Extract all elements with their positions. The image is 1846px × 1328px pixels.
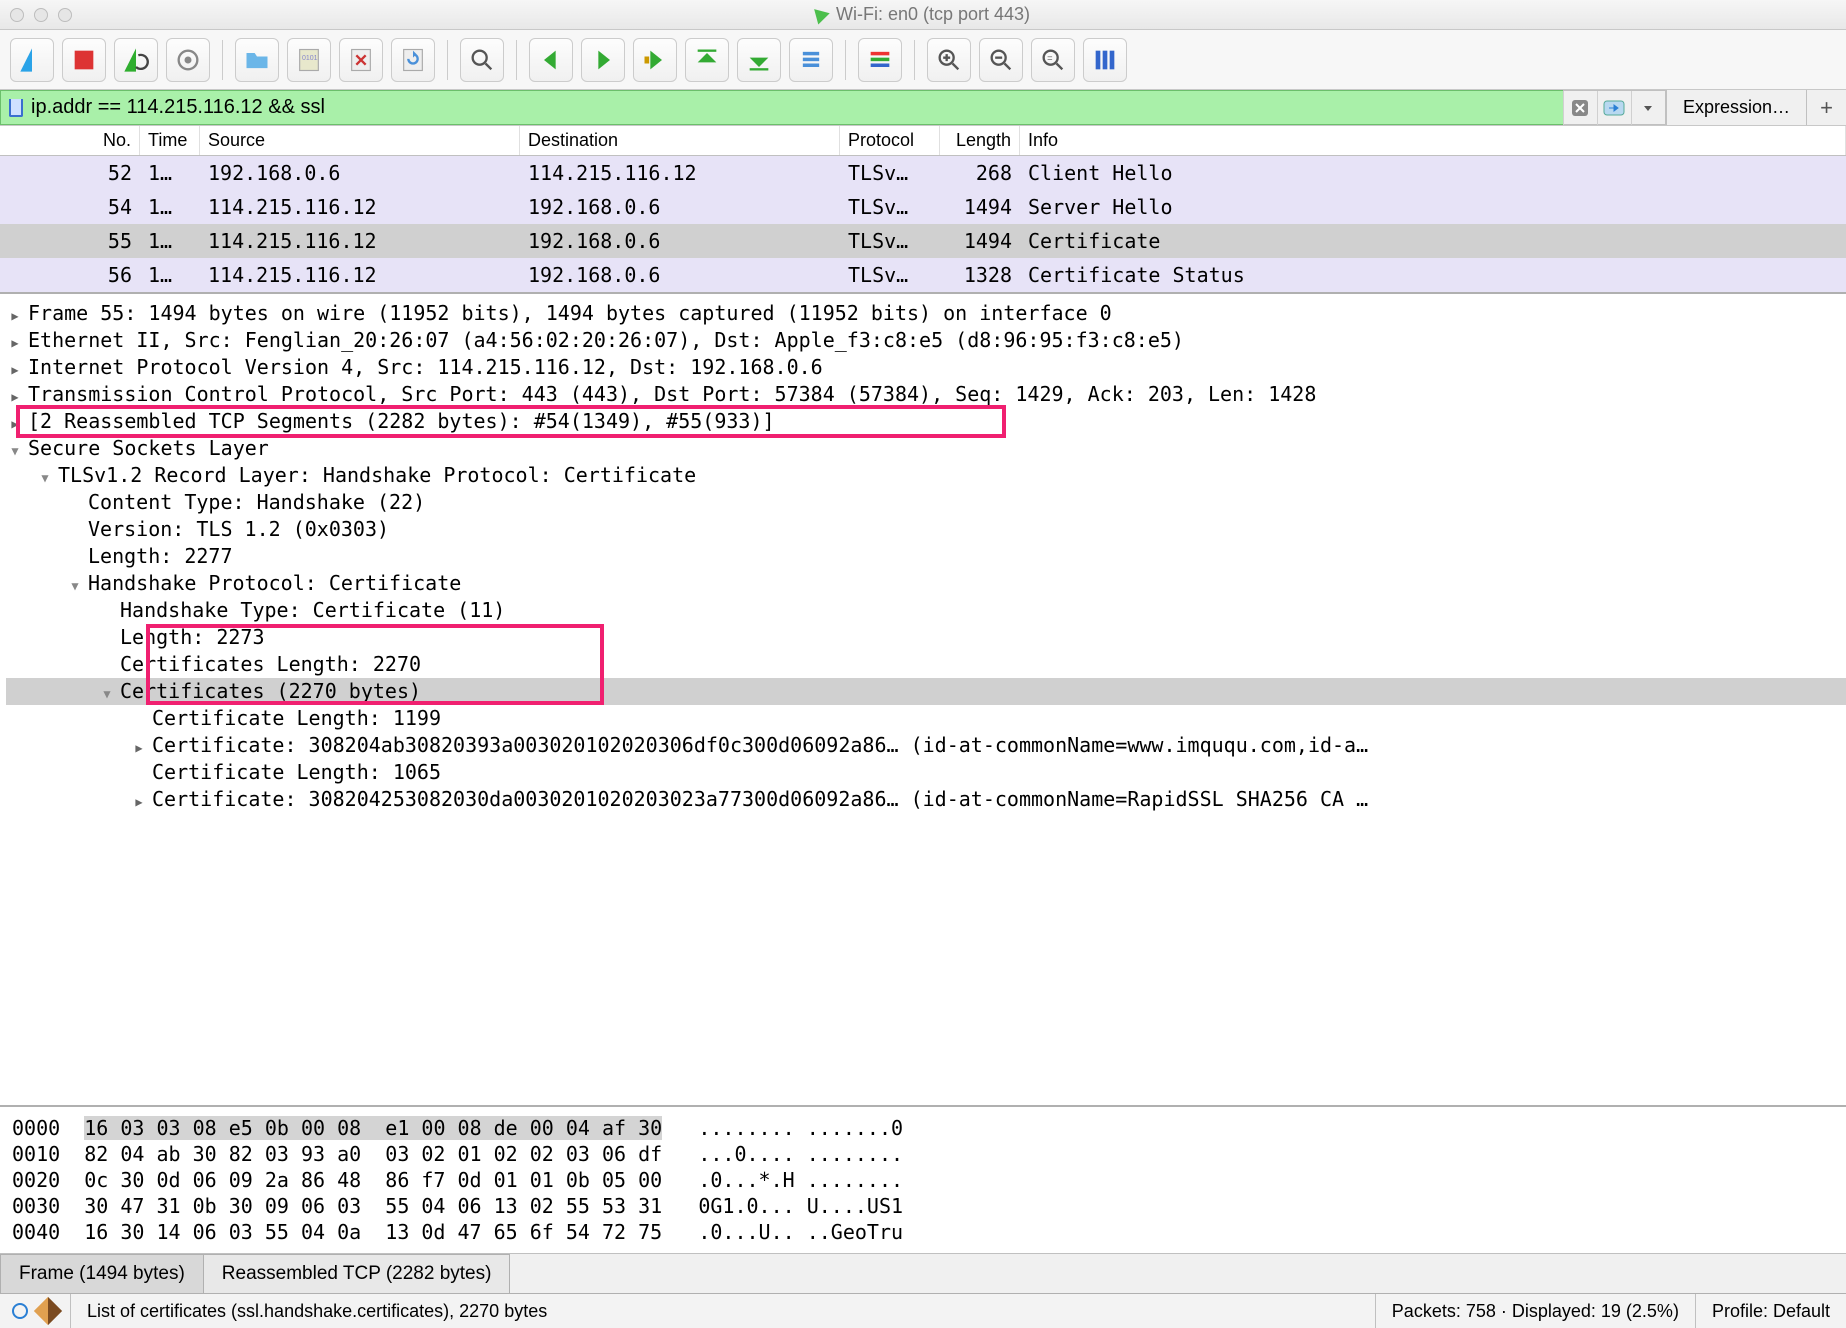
detail-tls-record[interactable]: TLSv1.2 Record Layer: Handshake Protocol…	[6, 462, 1846, 489]
packet-row[interactable]: 521…192.168.0.6114.215.116.12TLSv…268Cli…	[0, 156, 1846, 190]
zoom-icon[interactable]	[58, 8, 72, 22]
detail-handshake-type[interactable]: Handshake Type: Certificate (11)	[6, 597, 1846, 624]
detail-ethernet[interactable]: Ethernet II, Src: Fenglian_20:26:07 (a4:…	[6, 327, 1846, 354]
hex-line[interactable]: 0020 0c 30 0d 06 09 2a 86 48 86 f7 0d 01…	[12, 1167, 1834, 1193]
window-title: Wi-Fi: en0 (tcp port 443)	[816, 4, 1030, 25]
go-to-packet-button[interactable]	[633, 38, 677, 82]
detail-frame[interactable]: Frame 55: 1494 bytes on wire (11952 bits…	[6, 300, 1846, 327]
window-title-text: Wi-Fi: en0 (tcp port 443)	[836, 4, 1030, 25]
go-next-button[interactable]	[581, 38, 625, 82]
svg-text:0101: 0101	[302, 55, 318, 62]
close-file-button[interactable]	[339, 38, 383, 82]
auto-scroll-button[interactable]	[789, 38, 833, 82]
col-destination[interactable]: Destination	[520, 126, 840, 155]
expression-button[interactable]: Expression…	[1666, 90, 1806, 125]
packet-list-pane: No. Time Source Destination Protocol Len…	[0, 126, 1846, 294]
detail-cert1-length[interactable]: Certificate Length: 1199	[6, 705, 1846, 732]
detail-cert2[interactable]: Certificate: 308204253082030da0030201020…	[6, 786, 1846, 813]
detail-certificates[interactable]: Certificates (2270 bytes)	[6, 678, 1846, 705]
hex-line[interactable]: 0040 16 30 14 06 03 55 04 0a 13 0d 47 65…	[12, 1219, 1834, 1245]
filter-actions	[1563, 90, 1666, 125]
toolbar-separator	[516, 40, 517, 80]
packet-list-body[interactable]: 521…192.168.0.6114.215.116.12TLSv…268Cli…	[0, 156, 1846, 292]
bytes-tabs: Frame (1494 bytes) Reassembled TCP (2282…	[0, 1254, 1846, 1294]
resize-columns-button[interactable]	[1083, 38, 1127, 82]
save-file-button[interactable]: 0101	[287, 38, 331, 82]
col-time[interactable]: Time	[140, 126, 200, 155]
restart-capture-button[interactable]	[114, 38, 158, 82]
packet-bytes-pane[interactable]: 0000 16 03 03 08 e5 0b 00 08 e1 00 08 de…	[0, 1107, 1846, 1254]
capture-options-button[interactable]	[166, 38, 210, 82]
go-prev-button[interactable]	[529, 38, 573, 82]
display-filter-field[interactable]	[0, 90, 1563, 125]
detail-version[interactable]: Version: TLS 1.2 (0x0303)	[6, 516, 1846, 543]
detail-ip[interactable]: Internet Protocol Version 4, Src: 114.21…	[6, 354, 1846, 381]
reload-file-button[interactable]	[391, 38, 435, 82]
tab-frame[interactable]: Frame (1494 bytes)	[0, 1254, 204, 1293]
status-bar: List of certificates (ssl.handshake.cert…	[0, 1294, 1846, 1328]
packet-list-header[interactable]: No. Time Source Destination Protocol Len…	[0, 126, 1846, 156]
titlebar: Wi-Fi: en0 (tcp port 443)	[0, 0, 1846, 30]
packet-details-pane[interactable]: Frame 55: 1494 bytes on wire (11952 bits…	[0, 294, 1846, 1107]
packet-row[interactable]: 561…114.215.116.12192.168.0.6TLSv…1328Ce…	[0, 258, 1846, 292]
open-file-button[interactable]	[235, 38, 279, 82]
detail-cert1[interactable]: Certificate: 308204ab30820393a0030201020…	[6, 732, 1846, 759]
app-fin-icon	[814, 5, 832, 24]
status-message: List of certificates (ssl.handshake.cert…	[70, 1294, 1375, 1328]
col-length[interactable]: Length	[940, 126, 1020, 155]
start-capture-button[interactable]	[10, 38, 54, 82]
svg-text:=: =	[1047, 53, 1052, 63]
hex-line[interactable]: 0030 30 47 31 0b 30 09 06 03 55 04 06 13…	[12, 1193, 1834, 1219]
tab-reassembled[interactable]: Reassembled TCP (2282 bytes)	[203, 1254, 511, 1293]
zoom-reset-button[interactable]: =	[1031, 38, 1075, 82]
hex-line[interactable]: 0010 82 04 ab 30 82 03 93 a0 03 02 01 02…	[12, 1141, 1834, 1167]
detail-certificates-length[interactable]: Certificates Length: 2270	[6, 651, 1846, 678]
minimize-icon[interactable]	[34, 8, 48, 22]
status-packets: Packets: 758 · Displayed: 19 (2.5%)	[1375, 1294, 1695, 1328]
expert-info-icon[interactable]	[12, 1303, 28, 1319]
detail-handshake-length[interactable]: Length: 2273	[6, 624, 1846, 651]
go-last-button[interactable]	[737, 38, 781, 82]
display-filter-bar: Expression… +	[0, 90, 1846, 126]
detail-ssl[interactable]: Secure Sockets Layer	[6, 435, 1846, 462]
display-filter-input[interactable]	[31, 96, 1555, 119]
col-source[interactable]: Source	[200, 126, 520, 155]
detail-handshake-protocol[interactable]: Handshake Protocol: Certificate	[6, 570, 1846, 597]
status-profile[interactable]: Profile: Default	[1695, 1294, 1846, 1328]
apply-filter-button[interactable]	[1597, 91, 1631, 125]
window-controls	[10, 8, 72, 22]
packet-row[interactable]: 541…114.215.116.12192.168.0.6TLSv…1494Se…	[0, 190, 1846, 224]
col-protocol[interactable]: Protocol	[840, 126, 940, 155]
detail-cert2-length[interactable]: Certificate Length: 1065	[6, 759, 1846, 786]
col-info[interactable]: Info	[1020, 126, 1846, 155]
detail-tcp[interactable]: Transmission Control Protocol, Src Port:…	[6, 381, 1846, 408]
recent-filters-button[interactable]	[1631, 91, 1665, 125]
detail-record-length[interactable]: Length: 2277	[6, 543, 1846, 570]
detail-reassembled[interactable]: [2 Reassembled TCP Segments (2282 bytes)…	[6, 408, 1846, 435]
main-toolbar: 0101 =	[0, 30, 1846, 90]
colorize-button[interactable]	[858, 38, 902, 82]
edit-capture-comment-icon[interactable]	[34, 1297, 62, 1325]
add-filter-button[interactable]: +	[1806, 90, 1846, 125]
toolbar-separator	[914, 40, 915, 80]
close-icon[interactable]	[10, 8, 24, 22]
go-first-button[interactable]	[685, 38, 729, 82]
bookmark-icon[interactable]	[9, 99, 23, 117]
hex-line[interactable]: 0000 16 03 03 08 e5 0b 00 08 e1 00 08 de…	[12, 1115, 1834, 1141]
stop-capture-button[interactable]	[62, 38, 106, 82]
toolbar-separator	[447, 40, 448, 80]
clear-filter-button[interactable]	[1563, 91, 1597, 125]
toolbar-separator	[222, 40, 223, 80]
zoom-in-button[interactable]	[927, 38, 971, 82]
find-button[interactable]	[460, 38, 504, 82]
packet-row[interactable]: 551…114.215.116.12192.168.0.6TLSv…1494Ce…	[0, 224, 1846, 258]
col-no[interactable]: No.	[0, 126, 140, 155]
detail-content-type[interactable]: Content Type: Handshake (22)	[6, 489, 1846, 516]
toolbar-separator	[845, 40, 846, 80]
zoom-out-button[interactable]	[979, 38, 1023, 82]
